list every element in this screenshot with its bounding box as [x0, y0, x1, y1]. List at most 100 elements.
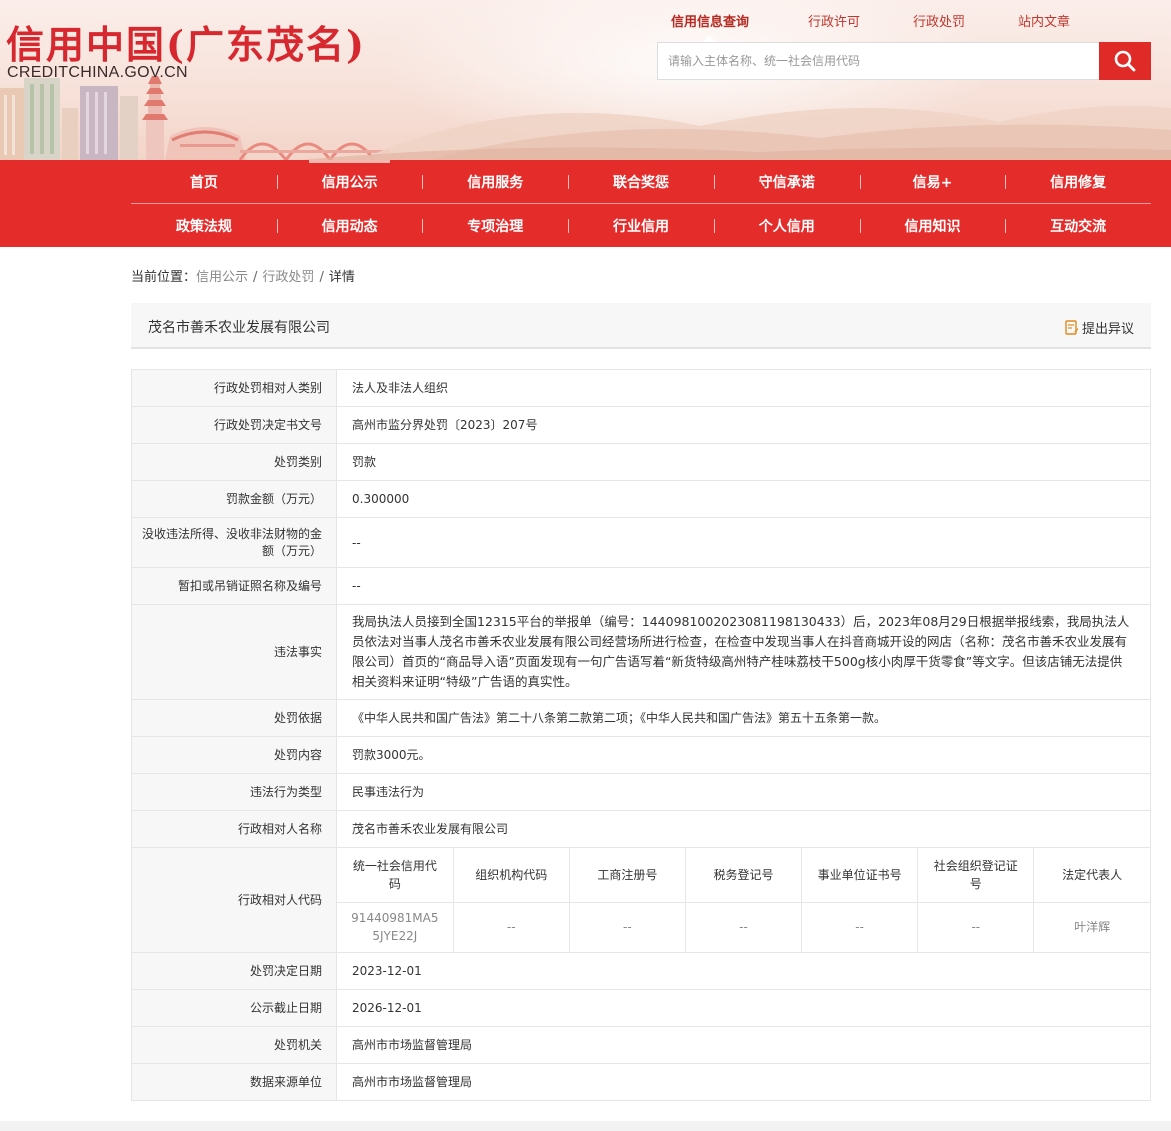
- field-label: 处罚类别: [131, 443, 337, 481]
- nav-item-interaction[interactable]: 互动交流: [1005, 204, 1151, 247]
- field-value: 民事违法行为: [336, 773, 1151, 811]
- field-value: --: [336, 517, 1151, 568]
- breadcrumb-prefix: 当前位置：: [131, 270, 197, 285]
- raise-objection-label: 提出异议: [1081, 322, 1134, 337]
- breadcrumb-separator: /: [319, 270, 324, 285]
- code-value: --: [568, 902, 686, 952]
- search-tab-credit-info[interactable]: 信用信息查询: [671, 11, 749, 30]
- code-header: 税务登记号: [684, 848, 802, 903]
- breadcrumb-link-admin-penalty[interactable]: 行政处罚: [262, 270, 314, 285]
- nav-item-home[interactable]: 首页: [131, 160, 277, 203]
- raise-objection-button[interactable]: 提出异议: [1065, 318, 1134, 337]
- code-value-legal-rep: 叶洋辉: [1033, 902, 1150, 952]
- field-label: 行政处罚决定书文号: [131, 406, 337, 444]
- field-value: 高州市市场监督管理局: [336, 1063, 1151, 1101]
- field-value: 高州市市场监督管理局: [336, 1026, 1151, 1064]
- nav-item-industry-credit[interactable]: 行业信用: [568, 204, 714, 247]
- search-button[interactable]: [1099, 42, 1151, 80]
- code-header: 统一社会信用代码: [337, 848, 454, 903]
- breadcrumb: 当前位置：信用公示 / 行政处罚 / 详情: [131, 266, 355, 285]
- detail-row: 行政处罚相对人类别 法人及非法人组织: [131, 369, 1151, 407]
- detail-row: 违法事实 我局执法人员接到全国12315平台的举报单（编号：1440981002…: [131, 604, 1151, 700]
- detail-row: 处罚机关 高州市市场监督管理局: [131, 1026, 1151, 1064]
- code-subtable: 统一社会信用代码 组织机构代码 工商注册号 税务登记号 事业单位证书号 社会组织…: [337, 848, 1150, 952]
- nav-item-credit-repair[interactable]: 信用修复: [1005, 160, 1151, 203]
- nav-item-credit-news[interactable]: 信用动态: [276, 204, 423, 247]
- field-label: 行政相对人代码: [131, 847, 337, 953]
- objection-icon: [1065, 320, 1078, 335]
- field-value: 高州市监分界处罚〔2023〕207号: [336, 406, 1151, 444]
- field-label: 行政相对人名称: [131, 810, 337, 848]
- site-logo-domain: CREDITCHINA.GOV.CN: [7, 64, 188, 81]
- code-header-row: 统一社会信用代码 组织机构代码 工商注册号 税务登记号 事业单位证书号 社会组织…: [337, 848, 1150, 903]
- code-value: --: [684, 902, 802, 952]
- search-icon: [1114, 50, 1136, 72]
- field-value-violation-facts: 我局执法人员接到全国12315平台的举报单（编号：144098100202308…: [336, 604, 1151, 700]
- code-value: --: [801, 902, 918, 952]
- penalty-detail-table: 行政处罚相对人类别 法人及非法人组织 行政处罚决定书文号 高州市监分界处罚〔20…: [131, 369, 1151, 1101]
- breadcrumb-current: 详情: [328, 270, 355, 285]
- code-value: --: [917, 902, 1034, 952]
- field-label: 处罚决定日期: [131, 952, 337, 990]
- field-label: 数据来源单位: [131, 1063, 337, 1101]
- code-header: 法定代表人: [1033, 848, 1150, 903]
- code-value-uscc: 91440981MA55JYE22J: [351, 911, 439, 944]
- field-value: 2023-12-01: [336, 952, 1151, 990]
- detail-row: 处罚决定日期 2023-12-01: [131, 952, 1151, 990]
- field-value: 罚款3000元。: [336, 736, 1151, 774]
- site-logo-title[interactable]: 信用中国(广东茂名): [6, 14, 366, 69]
- nav-item-credit-knowledge[interactable]: 信用知识: [859, 204, 1006, 247]
- field-value: 0.300000: [336, 480, 1151, 518]
- field-label: 没收违法所得、没收非法财物的金额（万元）: [131, 517, 337, 568]
- main-nav-row-1: 首页 信用公示 信用服务 联合奖惩 守信承诺 信易+ 信用修复: [131, 160, 1151, 203]
- field-value: 罚款: [336, 443, 1151, 481]
- field-value: 法人及非法人组织: [336, 369, 1151, 407]
- main-nav: 首页 信用公示 信用服务 联合奖惩 守信承诺 信易+ 信用修复 政策法规 信用动…: [0, 160, 1171, 247]
- company-name-title: 茂名市善禾农业发展有限公司: [148, 320, 330, 336]
- code-header: 社会组织登记证号: [917, 848, 1034, 903]
- search-input[interactable]: [657, 42, 1099, 80]
- nav-item-credit-publicity[interactable]: 信用公示: [276, 160, 423, 203]
- field-label: 暂扣或吊销证照名称及编号: [131, 567, 337, 605]
- detail-row-code: 行政相对人代码 统一社会信用代码 组织机构代码 工商注册号 税务登记号 事业单位…: [131, 847, 1151, 953]
- detail-row: 行政处罚决定书文号 高州市监分界处罚〔2023〕207号: [131, 406, 1151, 444]
- field-label: 罚款金额（万元）: [131, 480, 337, 518]
- detail-row: 处罚类别 罚款: [131, 443, 1151, 481]
- field-value: 《中华人民共和国广告法》第二十八条第二款第二项；《中华人民共和国广告法》第五十五…: [336, 699, 1151, 737]
- footer-band: [0, 1121, 1171, 1131]
- field-value: 茂名市善禾农业发展有限公司: [336, 810, 1151, 848]
- code-header: 工商注册号: [568, 848, 686, 903]
- code-table-cell: 统一社会信用代码 组织机构代码 工商注册号 税务登记号 事业单位证书号 社会组织…: [336, 847, 1151, 953]
- code-value-row: 91440981MA55JYE22J -- -- -- -- -- 叶洋辉: [337, 902, 1150, 952]
- nav-item-personal-credit[interactable]: 个人信用: [713, 204, 860, 247]
- active-tab-caret: [702, 35, 716, 42]
- code-header: 事业单位证书号: [801, 848, 918, 903]
- field-label: 公示截止日期: [131, 989, 337, 1027]
- field-label: 违法事实: [131, 604, 337, 700]
- nav-item-policies[interactable]: 政策法规: [131, 204, 277, 247]
- field-label: 处罚内容: [131, 736, 337, 774]
- nav-item-credit-service[interactable]: 信用服务: [422, 160, 568, 203]
- detail-row: 处罚依据 《中华人民共和国广告法》第二十八条第二款第二项；《中华人民共和国广告法…: [131, 699, 1151, 737]
- field-label: 处罚机关: [131, 1026, 337, 1064]
- breadcrumb-link-credit-publicity[interactable]: 信用公示: [196, 270, 248, 285]
- field-label: 行政处罚相对人类别: [131, 369, 337, 407]
- field-value: --: [336, 567, 1151, 605]
- nav-item-credit-commitment[interactable]: 守信承诺: [713, 160, 860, 203]
- search-tab-site-articles[interactable]: 站内文章: [1018, 11, 1070, 30]
- nav-item-special-governance[interactable]: 专项治理: [422, 204, 568, 247]
- site-header: 信用中国(广东茂名) CREDITCHINA.GOV.CN 信用信息查询 行政许…: [0, 0, 1171, 160]
- detail-row: 没收违法所得、没收非法财物的金额（万元） --: [131, 517, 1151, 568]
- detail-row: 罚款金额（万元） 0.300000: [131, 480, 1151, 518]
- field-value: 2026-12-01: [336, 989, 1151, 1027]
- search-tab-admin-license[interactable]: 行政许可: [808, 11, 860, 30]
- nav-item-joint-reward-punish[interactable]: 联合奖惩: [568, 160, 714, 203]
- breadcrumb-separator: /: [253, 270, 258, 285]
- search-tab-admin-penalty[interactable]: 行政处罚: [913, 11, 965, 30]
- code-header: 组织机构代码: [452, 848, 570, 903]
- field-label: 违法行为类型: [131, 773, 337, 811]
- detail-row: 暂扣或吊销证照名称及编号 --: [131, 567, 1151, 605]
- main-nav-row-2: 政策法规 信用动态 专项治理 行业信用 个人信用 信用知识 互动交流: [131, 204, 1151, 247]
- nav-item-xinyi-plus[interactable]: 信易+: [859, 160, 1006, 203]
- detail-row: 处罚内容 罚款3000元。: [131, 736, 1151, 774]
